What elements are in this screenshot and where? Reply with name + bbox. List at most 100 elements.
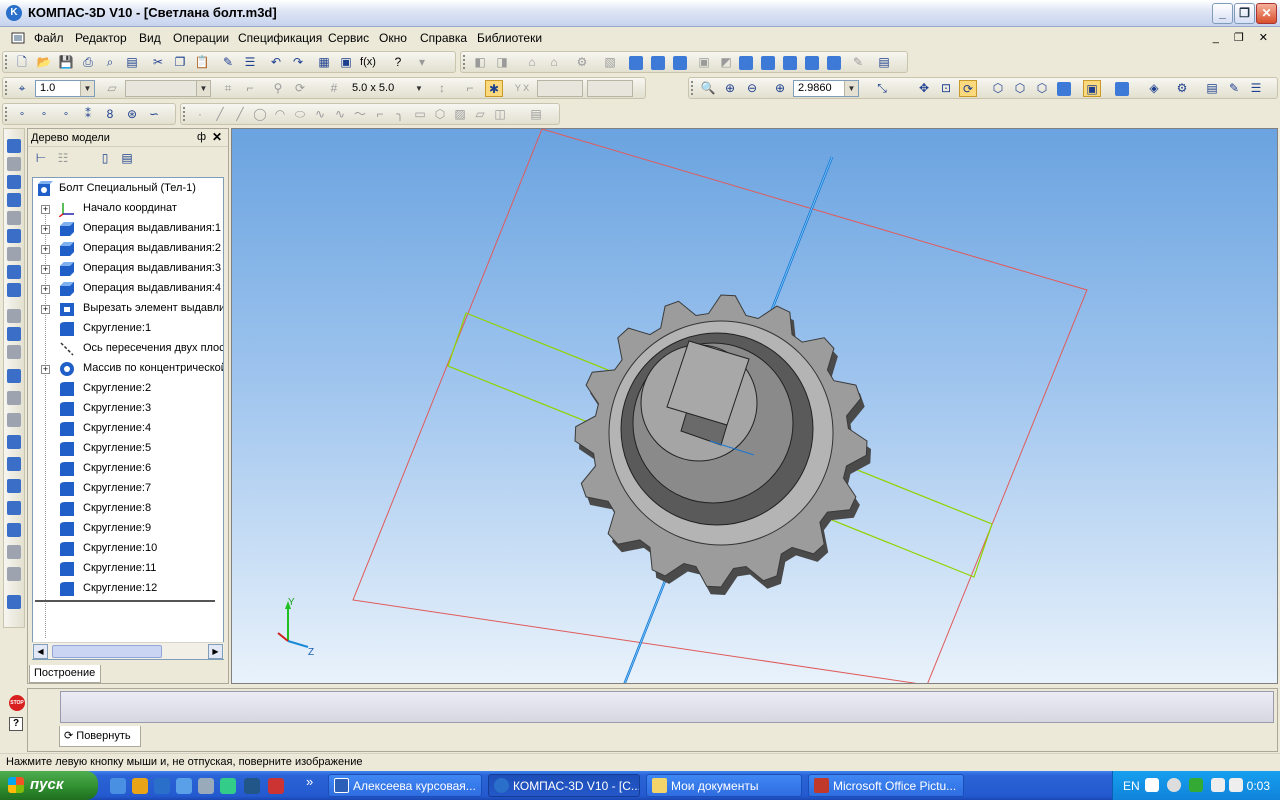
wave-icon[interactable]: ∽	[145, 106, 163, 123]
assembly-icon[interactable]: ⚙	[573, 54, 591, 71]
tree-item[interactable]: Скругление:5	[33, 439, 223, 459]
menu-view[interactable]: Вид	[139, 31, 161, 45]
copy-icon[interactable]: ❐	[171, 54, 189, 71]
quicklaunch-disk-icon[interactable]	[198, 778, 214, 794]
assembly-view-icon[interactable]: ⚙	[1173, 80, 1191, 97]
points-10-icon[interactable]: ∘	[57, 106, 75, 123]
menu-window[interactable]: Окно	[379, 31, 407, 45]
point-tool-icon[interactable]: ·	[191, 106, 209, 123]
tree-item[interactable]: Скругление:6	[33, 459, 223, 479]
halftone-icon[interactable]	[1057, 82, 1071, 96]
quicklaunch-ie-icon[interactable]	[154, 778, 170, 794]
tree-item[interactable]: Скругление:2	[33, 379, 223, 399]
close-icon[interactable]: ✕	[212, 130, 222, 144]
preview-icon[interactable]: ⌕	[101, 54, 119, 71]
expand-icon[interactable]: +	[41, 205, 50, 214]
undo-icon[interactable]: ↶	[267, 54, 285, 71]
zoom-window-icon[interactable]: 🔍	[699, 80, 717, 97]
section-icon[interactable]: ⌂	[545, 54, 563, 71]
toolbar-grip[interactable]	[5, 55, 8, 69]
refresh-icon[interactable]: ⟳	[291, 80, 309, 97]
trim-tool-icon[interactable]: ◫	[491, 106, 509, 123]
expand-icon[interactable]: +	[41, 245, 50, 254]
zoom-combo[interactable]: 2.9860 ▼	[793, 80, 859, 97]
arrays-mode-icon[interactable]	[7, 193, 21, 207]
tree-item[interactable]: Скругление:7	[33, 479, 223, 499]
tree-item[interactable]: + Операция выдавливания:2	[33, 239, 223, 259]
tree-structure-icon[interactable]: ⊢	[32, 150, 50, 167]
tray-volume-icon[interactable]	[1211, 778, 1225, 792]
expand-icon[interactable]: +	[41, 285, 50, 294]
nurbs-tool-icon[interactable]: ∿	[331, 106, 349, 123]
tray-help-icon[interactable]	[1145, 778, 1159, 792]
layer-combo[interactable]: ▼	[125, 80, 211, 97]
help-icon[interactable]: ?	[9, 717, 23, 731]
op-array-icon[interactable]	[7, 501, 21, 515]
rectangle-tool-icon[interactable]: ▭	[411, 106, 429, 123]
zoom-scale-icon[interactable]: ⊕	[771, 80, 789, 97]
layers-icon[interactable]: ▤	[875, 54, 893, 71]
language-indicator[interactable]: EN	[1123, 779, 1140, 793]
task-picture-manager[interactable]: Microsoft Office Pictu...	[808, 774, 964, 797]
point-icon[interactable]: ∘	[13, 106, 31, 123]
tree-sort-icon[interactable]: ☷	[54, 150, 72, 167]
tray-arrow-icon[interactable]	[1167, 778, 1181, 792]
rotate-view-icon[interactable]: ⟳	[959, 80, 977, 97]
start-button[interactable]: пуск	[0, 771, 98, 800]
minimize-button[interactable]: _	[1212, 3, 1233, 24]
task-kompas[interactable]: КОМПАС-3D V10 - [С...	[488, 774, 640, 797]
tree-root-item[interactable]: Болт Специальный (Тел-1)	[33, 179, 223, 199]
pin-icon[interactable]: ф	[197, 131, 206, 143]
text-tool-icon[interactable]: ▤	[527, 106, 545, 123]
tree-item[interactable]: + Операция выдавливания:3	[33, 259, 223, 279]
horizontal-scrollbar[interactable]: ◀ ▶	[32, 642, 224, 659]
tree-item[interactable]: Ось пересечения двух плоскостей:1	[33, 339, 223, 359]
menu-help[interactable]: Справка	[420, 31, 467, 45]
tree-export-icon[interactable]: ▤	[118, 150, 136, 167]
format-brush-icon[interactable]: ✎	[219, 54, 237, 71]
op-mirror-icon[interactable]	[7, 523, 21, 537]
op-fillet-icon[interactable]	[7, 413, 21, 427]
ellipse-tool-icon[interactable]: ⬭	[291, 106, 309, 123]
snap-toggle-icon[interactable]: ✱	[485, 80, 503, 97]
tree-item[interactable]: + Операция выдавливания:1	[33, 219, 223, 239]
properties-list-icon[interactable]: ☰	[1247, 80, 1265, 97]
op-cut-icon[interactable]	[7, 391, 21, 405]
dimension-icon[interactable]: ⁑	[79, 106, 97, 123]
filters-icon[interactable]	[7, 229, 21, 243]
library-icon[interactable]: ▣	[337, 54, 355, 71]
chamfer-tool-icon[interactable]	[739, 56, 753, 70]
circle-tool-icon[interactable]: ◯	[251, 106, 269, 123]
curve-tool-icon[interactable]: 〜	[351, 106, 369, 123]
print-icon[interactable]: ⎙	[79, 54, 97, 71]
manager-icon[interactable]: ▦	[315, 54, 333, 71]
arc-tool-icon[interactable]: ◠	[271, 106, 289, 123]
redo-icon[interactable]: ↷	[289, 54, 307, 71]
sheet-metal-icon[interactable]	[7, 283, 21, 297]
overflow-icon[interactable]: ▾	[413, 54, 431, 71]
op-shell-icon[interactable]	[7, 457, 21, 471]
cut-icon[interactable]: ✂	[149, 54, 167, 71]
snap-icon[interactable]: ⌗	[219, 80, 237, 97]
new-document-icon[interactable]: 🗋	[13, 54, 31, 71]
halftone-edges-icon[interactable]: ▣	[1083, 80, 1101, 97]
tab-rotate[interactable]: ⟳ Повернуть	[59, 726, 141, 747]
op-rotate-icon[interactable]	[7, 327, 21, 341]
toolbar-grip[interactable]	[5, 81, 8, 95]
close-button[interactable]: ✕	[1256, 3, 1277, 24]
more-quicklaunch[interactable]: »	[306, 774, 313, 789]
restore-button[interactable]: ❐	[1234, 3, 1255, 24]
expand-icon[interactable]: +	[41, 265, 50, 274]
fillet-sketch-icon[interactable]: ╮	[391, 106, 409, 123]
tree-item[interactable]: + Массив по концентрической сетке:1	[33, 359, 223, 379]
tray-network-icon[interactable]	[1189, 778, 1203, 792]
y-coordinate-field[interactable]	[587, 80, 633, 97]
tree-relations-icon[interactable]: ▯	[96, 150, 114, 167]
menu-service[interactable]: Сервис	[328, 31, 369, 45]
scroll-thumb[interactable]	[52, 645, 162, 658]
zoom-all-icon[interactable]: ⊡	[937, 80, 955, 97]
marker-icon[interactable]: 8	[101, 106, 119, 123]
layer-icon[interactable]: ▱	[103, 80, 121, 97]
array-tool-icon[interactable]	[805, 56, 819, 70]
quicklaunch-outlook-icon[interactable]	[176, 778, 192, 794]
